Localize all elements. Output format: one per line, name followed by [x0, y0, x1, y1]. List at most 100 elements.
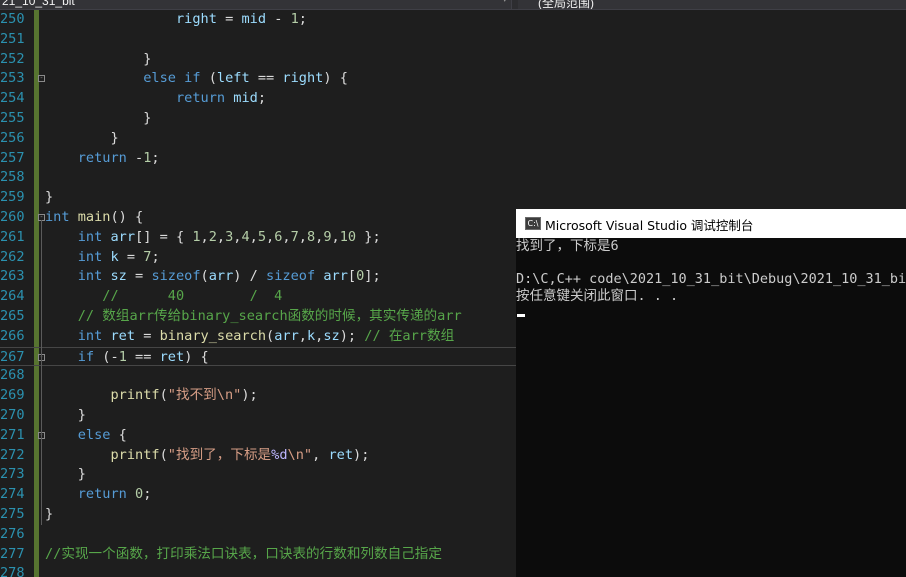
code-text: return 0;	[45, 485, 152, 505]
line-number: 259	[0, 189, 25, 206]
debug-console-window[interactable]: C:\ Microsoft Visual Studio 调试控制台 找到了，下标…	[516, 209, 906, 577]
code-token: -	[266, 11, 291, 27]
code-token: }	[110, 50, 152, 67]
code-token: sizeof	[266, 268, 316, 285]
code-text: return mid;	[45, 89, 266, 109]
code-token: ,	[312, 446, 329, 463]
line-number: 272	[0, 446, 25, 463]
code-line[interactable]: 250 right = mid - 1;	[0, 10, 906, 30]
code-token: 7	[290, 228, 299, 245]
line-number: 270	[0, 407, 25, 423]
scope-dropdown[interactable]: (全局范围)	[518, 0, 906, 10]
code-text: // 40 / 4	[45, 287, 282, 307]
code-token: ,	[298, 228, 307, 245]
code-text: }	[45, 188, 53, 208]
code-token: arr	[208, 268, 234, 285]
code-token: int	[77, 327, 103, 344]
code-token: ,	[331, 228, 340, 245]
project-file-dropdown[interactable]: 21_10_31_bit ▾	[0, 0, 512, 9]
code-token: ret	[328, 446, 354, 463]
console-line: D:\C,C++ code\2021_10_31_bit\Debug\2021_…	[516, 271, 906, 287]
code-token: sizeof	[151, 268, 201, 285]
code-token: }	[77, 407, 86, 423]
code-text: printf("找到了，下标是%d\n", ret);	[45, 446, 370, 466]
text-cursor	[517, 314, 525, 317]
code-text: if (-1 == ret) {	[45, 348, 209, 368]
code-text: //实现一个函数，打印乘法口诀表，口诀表的行数和列数自己指定	[45, 545, 442, 565]
code-line[interactable]: 254 return mid;	[0, 89, 906, 109]
code-text: }	[45, 505, 53, 525]
code-line[interactable]: 251	[0, 30, 906, 50]
line-number: 267	[0, 348, 25, 365]
console-title-bar[interactable]: C:\ Microsoft Visual Studio 调试控制台	[516, 209, 906, 238]
fold-toggle-icon[interactable]: -	[38, 75, 45, 83]
code-token: // 在arr数组	[364, 327, 455, 344]
code-token: (	[266, 327, 275, 344]
code-token: return	[175, 90, 226, 107]
console-line: 按任意键关闭此窗口. . .	[516, 288, 679, 304]
code-line[interactable]: 253 - else if (left == right) {	[0, 69, 906, 89]
code-line[interactable]: 257 return -1;	[0, 149, 906, 169]
line-number: 264	[0, 288, 25, 305]
code-token: 1	[290, 11, 299, 27]
code-token: if	[77, 348, 95, 365]
code-token: {	[110, 426, 127, 443]
code-line[interactable]: 256 }	[0, 129, 906, 149]
code-token: );	[241, 387, 258, 404]
code-token: () {	[110, 209, 144, 225]
code-token: ,	[282, 228, 291, 245]
code-token: ) /	[233, 268, 267, 285]
console-output[interactable]: 找到了，下标是6 D:\C,C++ code\2021_10_31_bit\De…	[516, 238, 906, 577]
code-token: 1	[118, 348, 127, 365]
code-token: [	[347, 268, 357, 285]
code-text: }	[45, 129, 118, 149]
code-line[interactable]: 259}	[0, 188, 906, 208]
line-number: 251	[0, 30, 25, 47]
line-number: 265	[0, 308, 25, 324]
code-text: int ret = binary_search(arr,k,sz); // 在a…	[45, 327, 454, 347]
editor-navigation-bar: 21_10_31_bit ▾ (全局范围)	[0, 0, 906, 10]
code-token: ;	[257, 90, 267, 107]
code-text: int k = 7;	[45, 248, 160, 268]
code-token: );	[339, 327, 365, 344]
code-line[interactable]: 255 }	[0, 109, 906, 129]
code-token: binary_search	[159, 327, 267, 344]
code-token: ,	[200, 228, 209, 245]
code-token: printf	[110, 387, 160, 404]
code-token: ==	[126, 348, 160, 365]
console-title: Microsoft Visual Studio 调试控制台	[545, 218, 754, 233]
code-token: arr	[274, 327, 299, 344]
line-number: 278	[0, 565, 25, 577]
code-token: else	[77, 426, 111, 443]
code-text: int arr[] = { 1,2,3,4,5,6,7,8,9,10 };	[45, 228, 381, 248]
code-token: // 40 / 4	[77, 288, 283, 305]
code-token: 2	[208, 228, 217, 245]
code-token: [] = {	[135, 228, 193, 245]
code-token: =	[135, 327, 160, 344]
line-number: 255	[0, 110, 25, 126]
code-token: mid	[241, 11, 267, 27]
code-token: ];	[364, 268, 381, 285]
code-token: (	[200, 268, 209, 285]
line-number: 266	[0, 327, 25, 344]
code-token: k	[306, 327, 316, 344]
code-token: ,	[249, 228, 258, 245]
scope-label: (全局范围)	[538, 0, 594, 10]
code-token: 5	[257, 228, 267, 245]
line-number: 275	[0, 506, 25, 522]
code-token: (	[159, 446, 168, 463]
code-token: 9	[323, 228, 332, 245]
code-token: main	[77, 209, 111, 225]
line-number: 250	[0, 11, 25, 27]
code-line[interactable]: 258	[0, 168, 906, 188]
code-token: 4	[241, 228, 250, 245]
code-line[interactable]: 252 }	[0, 50, 906, 70]
code-text: printf("找不到\n");	[45, 386, 258, 406]
code-token: int	[77, 248, 103, 265]
